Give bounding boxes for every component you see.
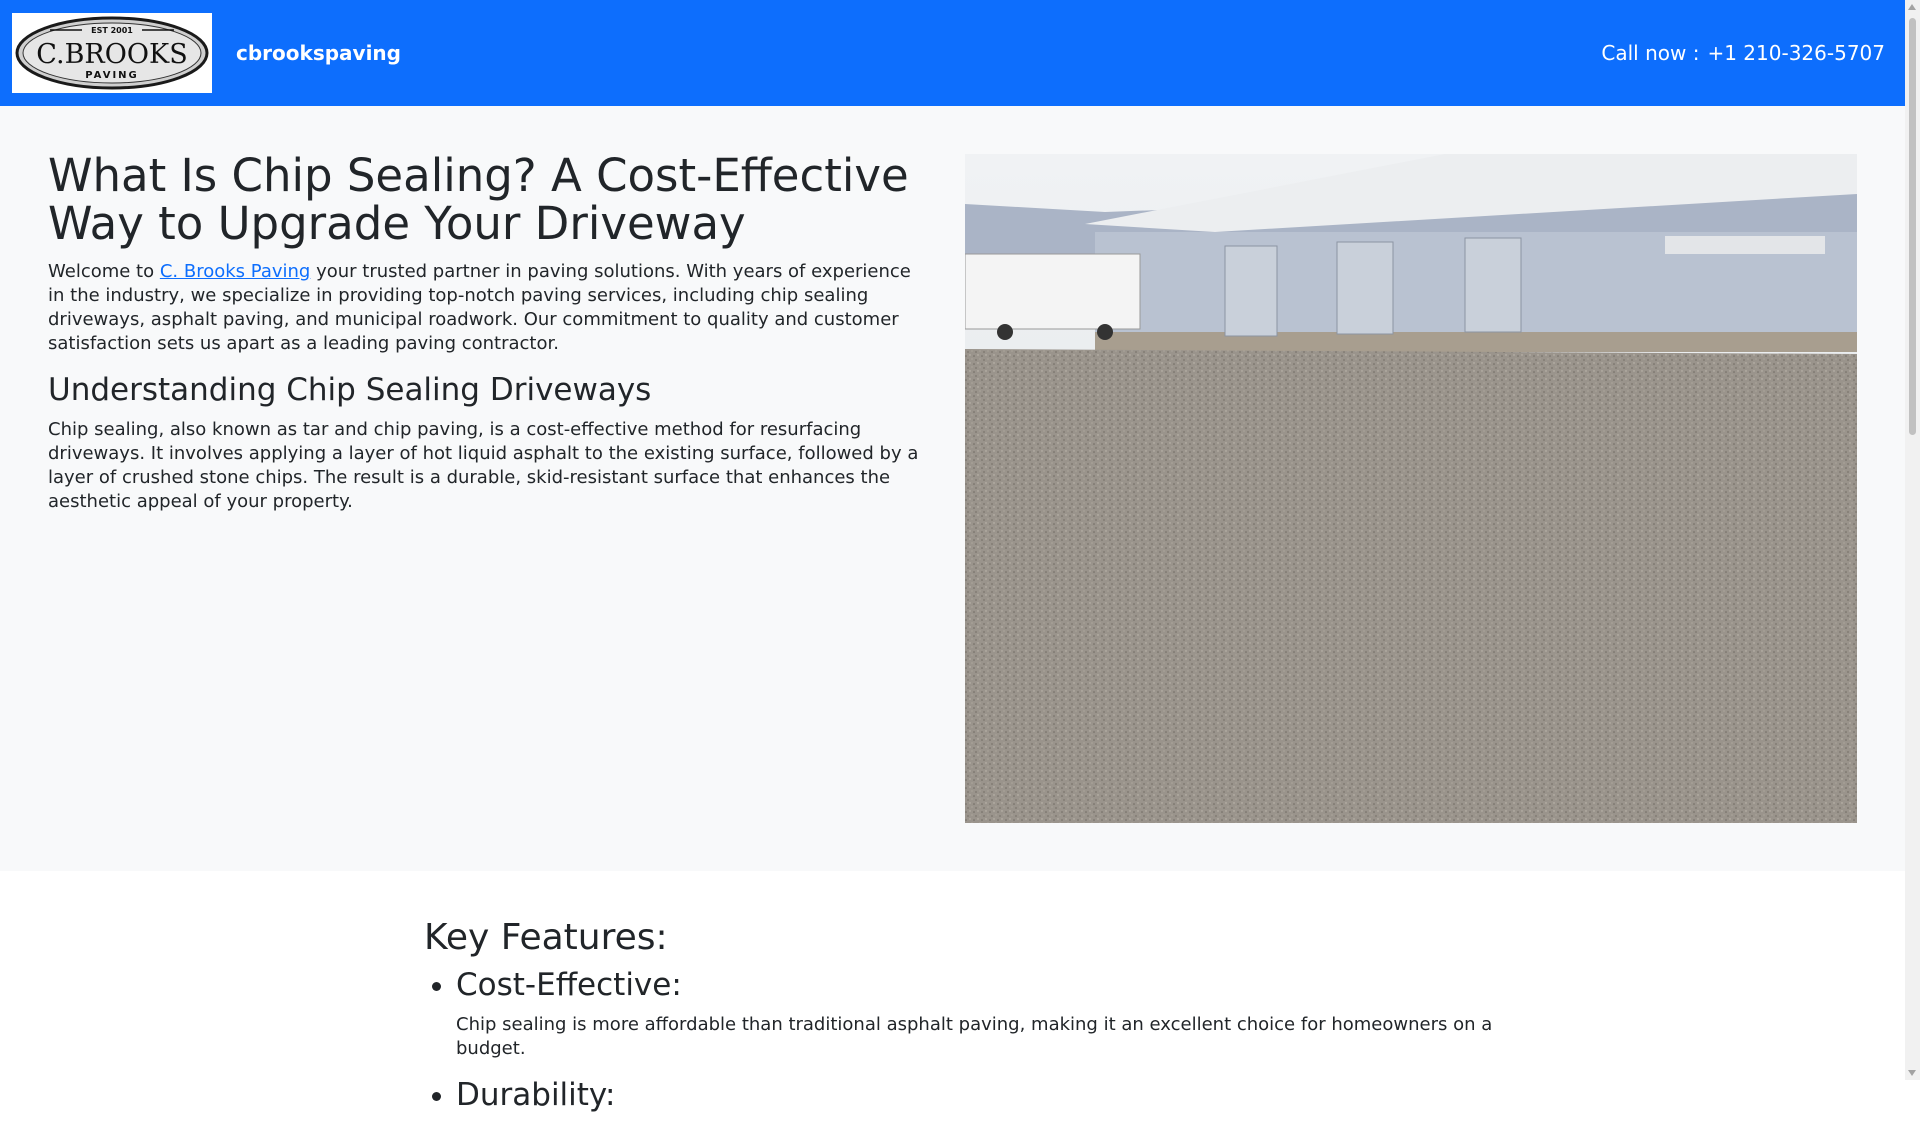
feature-item: Cost-Effective: Chip sealing is more aff… [456,965,1524,1061]
feature-item: Durability: [456,1075,1524,1115]
vertical-scrollbar[interactable] [1905,0,1920,1080]
hero-section: What Is Chip Sealing? A Cost-Effective W… [0,106,1905,871]
intro-paragraph: Welcome to C. Brooks Paving your trusted… [48,260,928,356]
section-title: Understanding Chip Sealing Driveways [48,372,652,408]
company-link[interactable]: C. Brooks Paving [160,261,310,282]
feature-title-durability: Durability: [456,1077,616,1113]
brand-logo[interactable]: EST 2001 C.BROOKS PAVING [12,13,212,93]
key-features-section: Key Features: Cost-Effective: Chip seali… [424,917,1524,1123]
brand-name-link[interactable]: cbrookspaving [236,41,401,65]
call-label: Call now : [1601,41,1700,65]
call-now[interactable]: Call now : +1 210-326-5707 [1601,41,1885,65]
scroll-up-icon[interactable] [1908,4,1916,10]
phone-number[interactable]: +1 210-326-5707 [1707,41,1885,65]
scroll-thumb[interactable] [1909,18,1916,435]
logo-main-text: C.BROOKS [36,39,187,70]
navbar: EST 2001 C.BROOKS PAVING cbrookspaving C… [0,0,1905,106]
chip-seal-driveway-photo [965,154,1857,823]
features-list: Cost-Effective: Chip sealing is more aff… [424,965,1524,1115]
feature-desc-cost-effective: Chip sealing is more affordable than tra… [456,1014,1493,1059]
section-paragraph: Chip sealing, also known as tar and chip… [48,419,919,512]
page-title: What Is Chip Sealing? A Cost-Effective W… [48,149,909,250]
hero-text: What Is Chip Sealing? A Cost-Effective W… [48,152,928,530]
logo-sub-text: PAVING [85,70,139,81]
logo-badge-icon: EST 2001 C.BROOKS PAVING [15,16,209,90]
feature-title-cost-effective: Cost-Effective: [456,967,682,1003]
logo-est-text: EST 2001 [91,26,133,35]
scroll-down-icon[interactable] [1908,1070,1916,1076]
intro-text-before: Welcome to [48,261,160,282]
key-features-title: Key Features: [424,917,668,958]
